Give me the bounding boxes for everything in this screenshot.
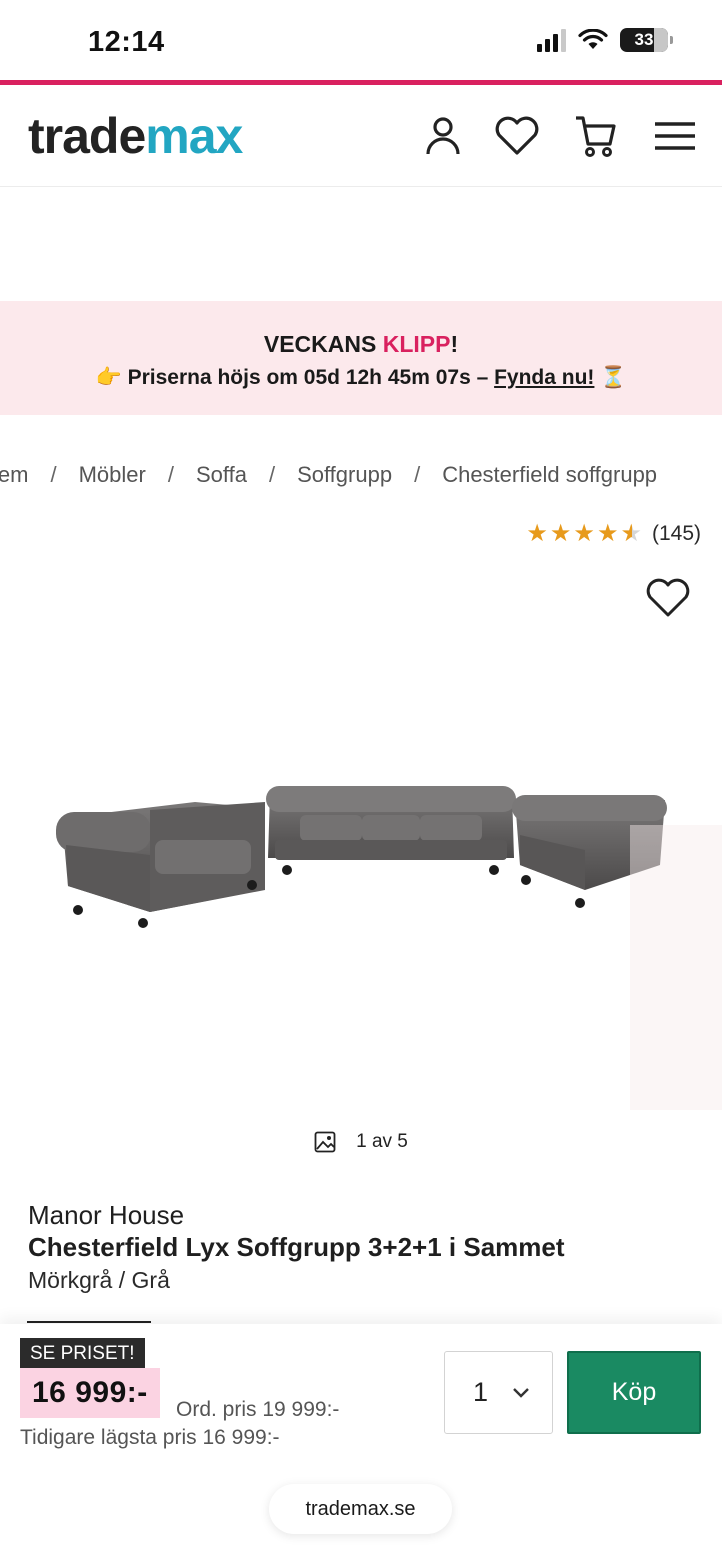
site-header: trademax: [0, 85, 722, 187]
breadcrumb-item[interactable]: Hem: [0, 462, 28, 487]
product-title: Chesterfield Lyx Soffgrupp 3+2+1 i Samme…: [28, 1232, 565, 1262]
status-time: 12:14: [88, 26, 165, 58]
review-count: (145): [651, 522, 701, 545]
status-icons: 33: [537, 28, 673, 52]
tab-indicator: [27, 1321, 151, 1323]
cart-icon[interactable]: [573, 113, 619, 159]
cellular-signal-icon: [537, 28, 566, 52]
chevron-down-icon: [513, 1387, 529, 1398]
image-counter: 1 av 5: [0, 1131, 722, 1153]
product-image-gallery[interactable]: [0, 640, 722, 1110]
rating-stars: ★ ★ ★ ★ ★: [526, 522, 642, 546]
buy-button[interactable]: Köp: [567, 1351, 701, 1434]
star-icon: ★: [573, 520, 595, 547]
trademax-logo[interactable]: trademax: [28, 107, 243, 165]
star-icon: ★: [549, 520, 572, 547]
breadcrumb-item[interactable]: Soffa: [196, 462, 247, 487]
ordinary-price: Ord. pris 19 999:-: [176, 1398, 340, 1421]
wifi-icon: [578, 29, 608, 49]
price-badge: SE PRISET!: [20, 1338, 145, 1370]
breadcrumb-item[interactable]: Möbler: [79, 462, 146, 487]
pointing-hand-icon: 👉: [95, 366, 122, 389]
promo-link[interactable]: Fynda nu!: [494, 366, 594, 389]
quantity-select[interactable]: 1: [444, 1351, 553, 1434]
promo-countdown: 👉 Priserna höjs om 05d 12h 45m 07s – Fyn…: [0, 366, 722, 390]
battery-icon: 33: [620, 28, 673, 52]
quantity-value: 1: [473, 1377, 489, 1407]
product-image: [56, 786, 722, 1110]
account-icon[interactable]: [420, 113, 466, 159]
countdown-text: Priserna höjs om 05d 12h 45m 07s –: [127, 366, 495, 389]
browser-url-bar[interactable]: trademax.se: [269, 1484, 452, 1534]
product-variant: Mörkgrå / Grå: [28, 1267, 170, 1293]
image-icon: [314, 1131, 336, 1153]
star-icon: ★: [526, 520, 548, 547]
promo-banner[interactable]: VECKANS KLIPP! 👉 Priserna höjs om 05d 12…: [0, 301, 722, 415]
add-to-wishlist-button[interactable]: [645, 578, 691, 622]
product-brand[interactable]: Manor House: [28, 1200, 184, 1231]
lowest-price: Tidigare lägsta pris 16 999:-: [20, 1426, 280, 1449]
breadcrumb: Hem/Möbler/Soffa/Soffgrupp/Chesterfield …: [0, 462, 657, 488]
heart-icon[interactable]: [494, 113, 540, 159]
heart-icon: [646, 578, 690, 617]
star-icon: ★: [596, 520, 619, 547]
image-counter-text: 1 av 5: [356, 1131, 408, 1152]
menu-icon[interactable]: [652, 113, 698, 159]
breadcrumb-item[interactable]: Soffgrupp: [297, 462, 392, 487]
product-rating[interactable]: ★ ★ ★ ★ ★ (145): [526, 522, 701, 546]
hourglass-icon: ⏳: [600, 366, 627, 389]
three-seater-image: [266, 786, 516, 875]
breadcrumb-item-current[interactable]: Chesterfield soffgrupp: [442, 462, 657, 487]
loveseat-image: [56, 802, 265, 928]
battery-level: 33: [634, 30, 654, 49]
half-star-icon: ★: [620, 520, 642, 547]
status-bar: 12:14 33: [0, 0, 722, 80]
promo-title: VECKANS KLIPP!: [263, 331, 459, 357]
current-price: 16 999:-: [20, 1368, 160, 1418]
